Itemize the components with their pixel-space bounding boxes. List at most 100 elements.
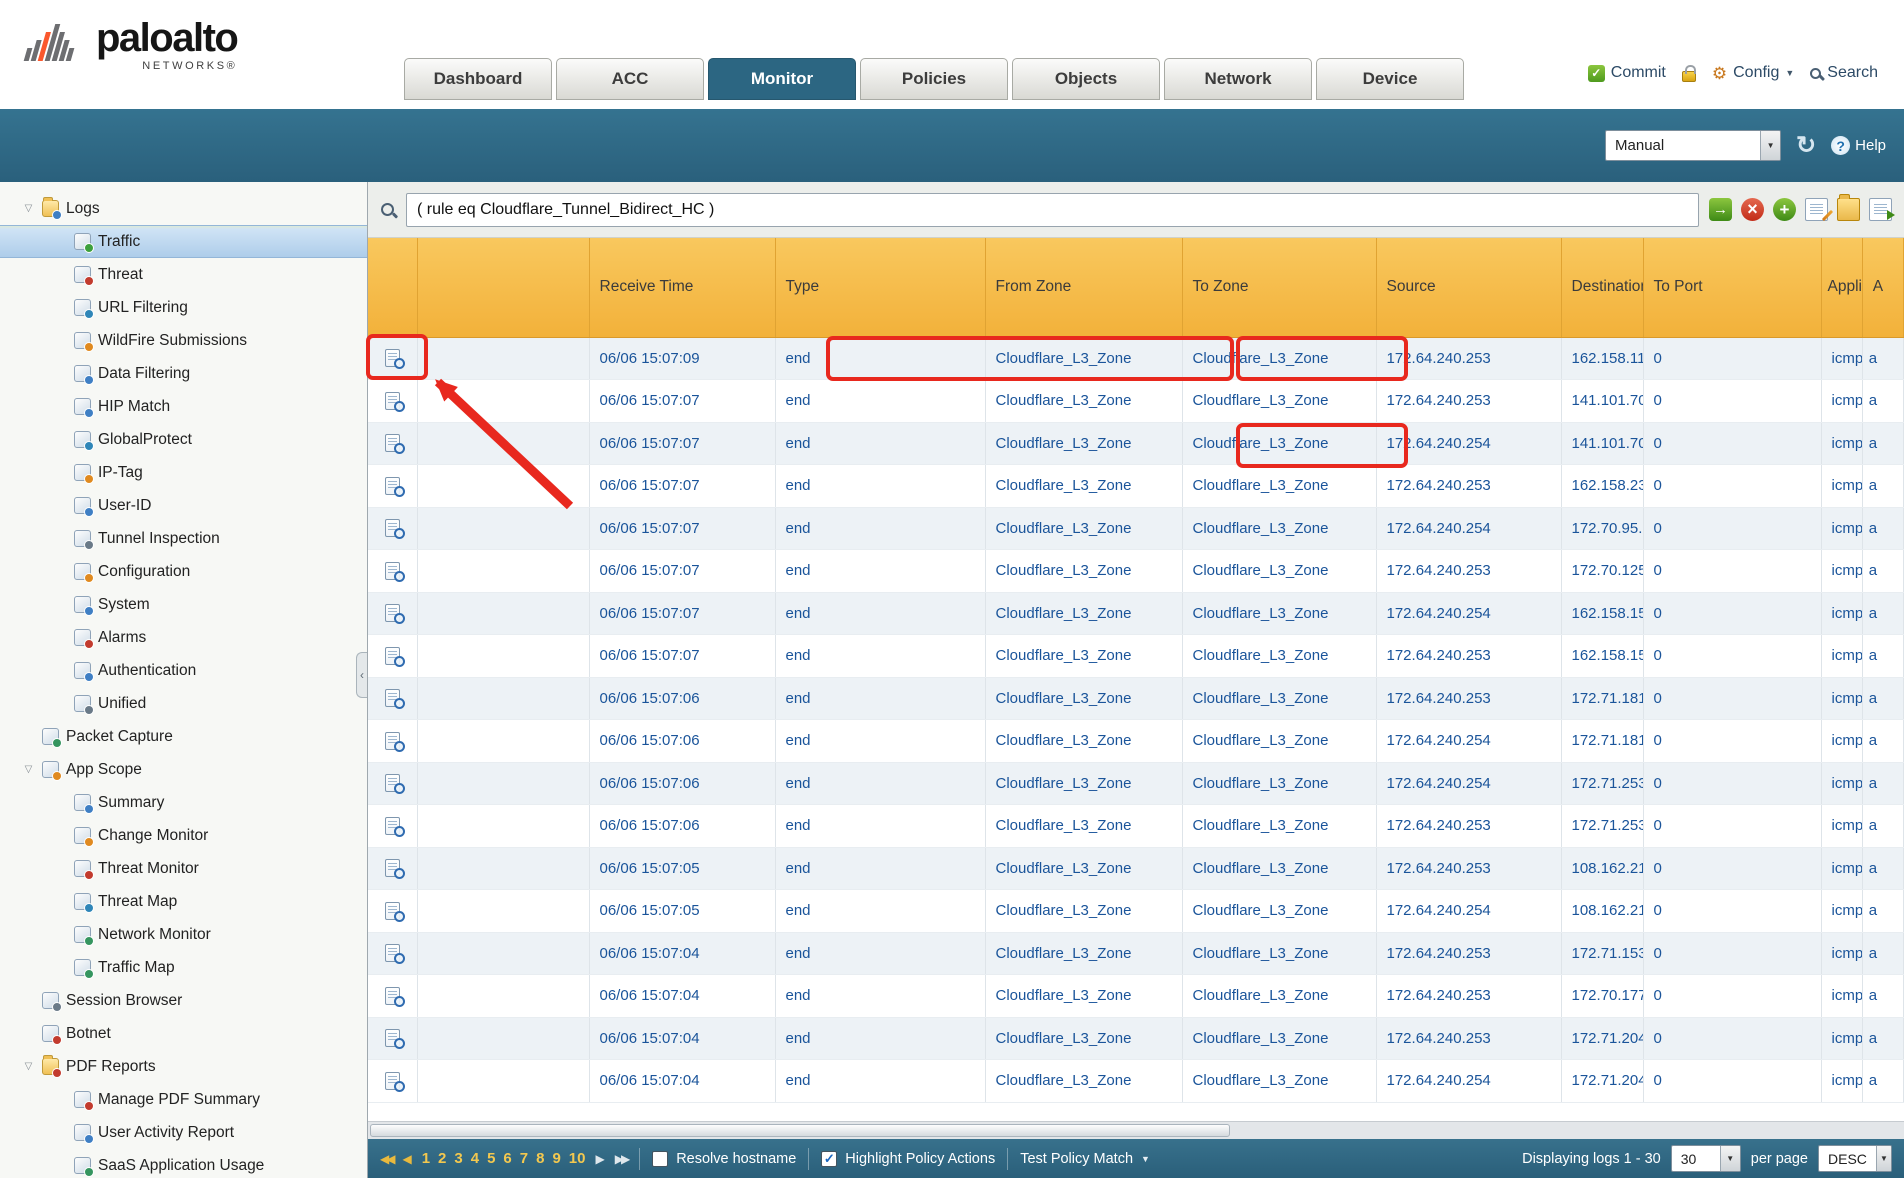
sidebar-item[interactable]: Tunnel Inspection — [0, 522, 367, 555]
cell-source[interactable]: 172.64.240.253 — [1376, 337, 1561, 380]
cell-application[interactable]: icmp — [1821, 847, 1862, 890]
log-detail-icon[interactable] — [385, 1029, 400, 1047]
cell-to-zone[interactable]: Cloudflare_L3_Zone — [1182, 635, 1376, 678]
log-row[interactable]: 06/06 15:07:06 end Cloudflare_L3_Zone Cl… — [368, 720, 1904, 763]
cell-application[interactable]: icmp — [1821, 1017, 1862, 1060]
cell-application[interactable]: icmp — [1821, 422, 1862, 465]
dropdown-arrow-icon[interactable] — [1720, 1146, 1740, 1171]
cell-from-zone[interactable]: Cloudflare_L3_Zone — [985, 677, 1182, 720]
log-detail-icon[interactable] — [385, 732, 400, 750]
tree-expander-icon[interactable] — [22, 764, 35, 775]
sidebar-item[interactable]: SaaS Application Usage — [0, 1149, 367, 1178]
log-row[interactable]: 06/06 15:07:07 end Cloudflare_L3_Zone Cl… — [368, 635, 1904, 678]
cell-to-zone[interactable]: Cloudflare_L3_Zone — [1182, 890, 1376, 933]
cell-to-zone[interactable]: Cloudflare_L3_Zone — [1182, 337, 1376, 380]
column-header[interactable]: From Zone — [985, 238, 1182, 337]
cell-destination[interactable]: 108.162.217.182 — [1561, 847, 1643, 890]
cell-destination[interactable]: 141.101.70.211 — [1561, 380, 1643, 423]
refresh-mode-select[interactable]: Manual — [1605, 130, 1781, 161]
log-detail-icon[interactable] — [385, 604, 400, 622]
cell-application[interactable]: icmp — [1821, 380, 1862, 423]
cell-to-zone[interactable]: Cloudflare_L3_Zone — [1182, 380, 1376, 423]
cell-application[interactable]: icmp — [1821, 677, 1862, 720]
cell-from-zone[interactable]: Cloudflare_L3_Zone — [985, 507, 1182, 550]
cell-destination[interactable]: 172.71.253.23 — [1561, 805, 1643, 848]
log-row[interactable]: 06/06 15:07:06 end Cloudflare_L3_Zone Cl… — [368, 805, 1904, 848]
log-detail-icon[interactable] — [385, 562, 400, 580]
sidebar-item[interactable]: Traffic Map — [0, 951, 367, 984]
log-row[interactable]: 06/06 15:07:07 end Cloudflare_L3_Zone Cl… — [368, 422, 1904, 465]
sidebar-item[interactable]: Logs — [0, 192, 367, 225]
dropdown-arrow-icon[interactable] — [1876, 1146, 1891, 1171]
cell-application[interactable]: icmp — [1821, 720, 1862, 763]
tree-expander-icon[interactable] — [22, 203, 35, 214]
cell-destination[interactable]: 108.162.217.182 — [1561, 890, 1643, 933]
cell-to-zone[interactable]: Cloudflare_L3_Zone — [1182, 592, 1376, 635]
cell-from-zone[interactable]: Cloudflare_L3_Zone — [985, 1017, 1182, 1060]
sidebar-item[interactable]: Threat Monitor — [0, 852, 367, 885]
cell-source[interactable]: 172.64.240.254 — [1376, 890, 1561, 933]
cell-from-zone[interactable]: Cloudflare_L3_Zone — [985, 847, 1182, 890]
sidebar-item[interactable]: Threat Map — [0, 885, 367, 918]
column-header[interactable]: Type — [775, 238, 985, 337]
log-row[interactable]: 06/06 15:07:05 end Cloudflare_L3_Zone Cl… — [368, 847, 1904, 890]
cell-source[interactable]: 172.64.240.253 — [1376, 677, 1561, 720]
log-detail-icon[interactable] — [385, 944, 400, 962]
page-number[interactable]: 5 — [487, 1150, 495, 1167]
log-detail-icon[interactable] — [385, 774, 400, 792]
sidebar-item[interactable]: PDF Reports — [0, 1050, 367, 1083]
page-number[interactable]: 7 — [520, 1150, 528, 1167]
cell-to-zone[interactable]: Cloudflare_L3_Zone — [1182, 1060, 1376, 1103]
cell-application[interactable]: icmp — [1821, 635, 1862, 678]
log-detail-icon[interactable] — [385, 859, 400, 877]
cell-application[interactable]: icmp — [1821, 975, 1862, 1018]
last-page-icon[interactable] — [615, 1152, 627, 1166]
sidebar-item[interactable]: Network Monitor — [0, 918, 367, 951]
main-tab[interactable]: Monitor — [708, 58, 856, 100]
cell-from-zone[interactable]: Cloudflare_L3_Zone — [985, 337, 1182, 380]
main-tab[interactable]: Device — [1316, 58, 1464, 100]
sidebar-item[interactable]: Manage PDF Summary — [0, 1083, 367, 1116]
log-detail-icon[interactable] — [385, 987, 400, 1005]
page-number[interactable]: 9 — [552, 1150, 560, 1167]
log-row[interactable]: 06/06 15:07:04 end Cloudflare_L3_Zone Cl… — [368, 975, 1904, 1018]
sidebar-item[interactable]: User Activity Report — [0, 1116, 367, 1149]
cell-source[interactable]: 172.64.240.254 — [1376, 592, 1561, 635]
cell-destination[interactable]: 162.158.234.19 — [1561, 465, 1643, 508]
cell-to-zone[interactable]: Cloudflare_L3_Zone — [1182, 550, 1376, 593]
load-filter-icon[interactable] — [1837, 198, 1860, 221]
cell-destination[interactable]: 172.71.204.96 — [1561, 1060, 1643, 1103]
cell-to-zone[interactable]: Cloudflare_L3_Zone — [1182, 762, 1376, 805]
horizontal-scrollbar[interactable] — [368, 1121, 1904, 1139]
sidebar-item[interactable]: Traffic — [0, 225, 367, 258]
previous-page-icon[interactable] — [402, 1152, 411, 1166]
page-number[interactable]: 2 — [438, 1150, 446, 1167]
cell-to-zone[interactable]: Cloudflare_L3_Zone — [1182, 1017, 1376, 1060]
apply-filter-icon[interactable] — [1709, 198, 1732, 221]
cell-to-zone[interactable]: Cloudflare_L3_Zone — [1182, 932, 1376, 975]
log-detail-icon[interactable] — [385, 647, 400, 665]
log-row[interactable]: 06/06 15:07:04 end Cloudflare_L3_Zone Cl… — [368, 1017, 1904, 1060]
cell-destination[interactable]: 172.71.204.96 — [1561, 1017, 1643, 1060]
cell-from-zone[interactable]: Cloudflare_L3_Zone — [985, 720, 1182, 763]
log-row[interactable]: 06/06 15:07:06 end Cloudflare_L3_Zone Cl… — [368, 762, 1904, 805]
sidebar-item[interactable]: Configuration — [0, 555, 367, 588]
cell-source[interactable]: 172.64.240.254 — [1376, 1060, 1561, 1103]
log-row[interactable]: 06/06 15:07:05 end Cloudflare_L3_Zone Cl… — [368, 890, 1904, 933]
column-header[interactable] — [368, 238, 417, 337]
cell-destination[interactable]: 162.158.157.149 — [1561, 592, 1643, 635]
page-number[interactable]: 1 — [422, 1150, 430, 1167]
sidebar-item[interactable]: Alarms — [0, 621, 367, 654]
cell-from-zone[interactable]: Cloudflare_L3_Zone — [985, 932, 1182, 975]
cell-from-zone[interactable]: Cloudflare_L3_Zone — [985, 422, 1182, 465]
export-logs-icon[interactable] — [1869, 198, 1892, 221]
column-header[interactable]: To Zone — [1182, 238, 1376, 337]
cell-source[interactable]: 172.64.240.254 — [1376, 507, 1561, 550]
sidebar-item[interactable]: System — [0, 588, 367, 621]
cell-from-zone[interactable]: Cloudflare_L3_Zone — [985, 550, 1182, 593]
help-button[interactable]: Help — [1831, 136, 1886, 155]
log-detail-icon[interactable] — [385, 817, 400, 835]
cell-from-zone[interactable]: Cloudflare_L3_Zone — [985, 465, 1182, 508]
cell-to-zone[interactable]: Cloudflare_L3_Zone — [1182, 465, 1376, 508]
clear-filter-icon[interactable] — [1741, 198, 1764, 221]
